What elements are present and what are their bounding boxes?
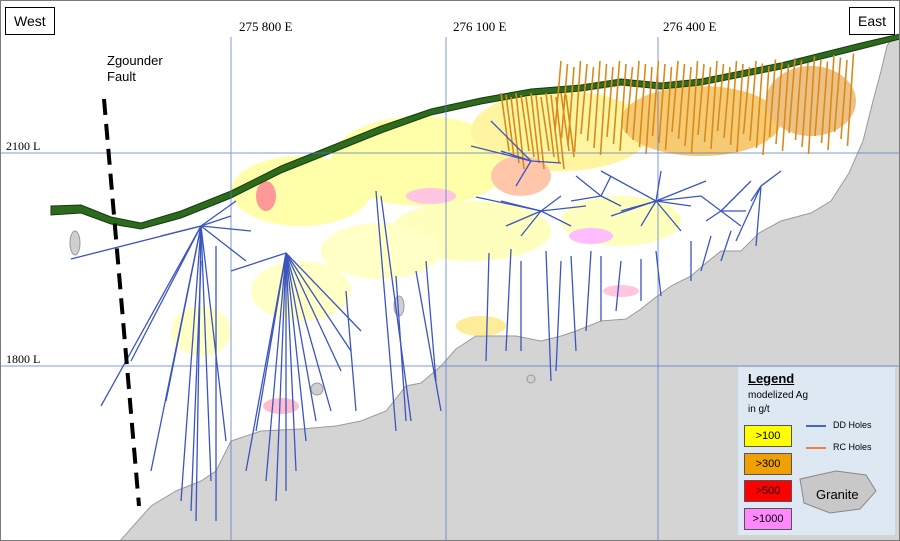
- dd-hole-trace: [200, 225, 252, 232]
- fault-label: Zgounder Fault: [107, 53, 163, 85]
- dd-hole-trace: [200, 215, 232, 227]
- fault-label-line: Fault: [107, 69, 136, 84]
- easting-label: 275 800 E: [239, 19, 293, 34]
- fault-label-line: Zgounder: [107, 53, 163, 68]
- dd-hole-trace: [585, 250, 592, 332]
- granite-pod: [310, 382, 324, 396]
- dd-hole-trace: [345, 290, 357, 412]
- dd-hole-trace: [700, 195, 722, 212]
- dd-hole-trace: [720, 210, 742, 227]
- dd-hole-trace: [160, 225, 202, 237]
- dd-hole-trace: [200, 225, 247, 262]
- easting-label: 276 100 E: [453, 19, 507, 34]
- dd-hole-trace: [575, 175, 602, 197]
- dd-hole-trace: [425, 260, 437, 382]
- east-label: East: [848, 7, 895, 35]
- zgounder-fault-line: [102, 98, 141, 507]
- west-label: West: [5, 7, 55, 35]
- dd-hole-trace: [760, 170, 782, 187]
- dd-hole-trace: [600, 175, 612, 197]
- granite-pod: [526, 374, 536, 384]
- granite-pod: [69, 230, 81, 256]
- easting-label: 276 400 E: [663, 19, 717, 34]
- legend: Legend modelized Ag in g/t >100 >300 >50…: [737, 367, 895, 535]
- granite-legend-label: Granite: [816, 487, 859, 502]
- cross-section-figure: West East 275 800 E 276 100 E 276 400 E …: [0, 0, 900, 541]
- level-label: 2100 L: [6, 139, 41, 153]
- dd-hole-trace: [180, 225, 202, 502]
- dd-hole-trace: [720, 180, 752, 212]
- level-label: 1800 L: [6, 352, 41, 366]
- granite-legend-shape: [799, 470, 877, 514]
- dd-hole-trace: [705, 210, 722, 222]
